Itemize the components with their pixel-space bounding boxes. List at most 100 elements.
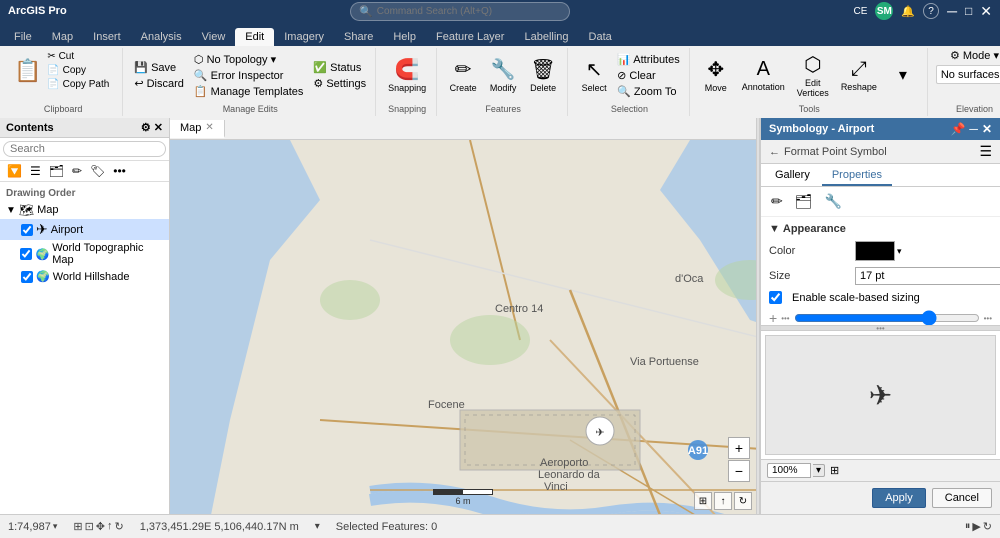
title-search[interactable]: 🔍 <box>350 2 570 21</box>
select-button[interactable]: ↖ Select <box>576 55 612 95</box>
sym-wrench-tool[interactable]: 🔧 <box>821 191 846 212</box>
scale-dropdown-icon[interactable]: ▾ <box>53 521 58 532</box>
manage-templates-button[interactable]: 📋 Manage Templates <box>191 84 307 99</box>
scale-add-icon[interactable]: + <box>769 310 777 325</box>
settings-button[interactable]: ⚙ Settings <box>310 76 369 91</box>
annotation-button[interactable]: A Annotation <box>738 56 789 94</box>
paste-button[interactable]: 📋 ✂ Cut 📄 Copy 📄 Copy Path <box>10 48 116 93</box>
preview-zoom-dropdown-btn[interactable]: ▾ <box>813 464 825 477</box>
zoom-scale-icon[interactable]: ⊡ <box>85 520 94 533</box>
tree-item-airport[interactable]: ✈ Airport <box>0 219 169 240</box>
clear-button[interactable]: ⊘ Clear <box>614 68 683 83</box>
save-button[interactable]: 💾 Save <box>131 60 187 75</box>
airport-checkbox[interactable] <box>21 224 33 236</box>
layers-icon[interactable]: 🗂 <box>46 163 67 179</box>
panel-close-icon[interactable]: ✕ <box>154 121 163 134</box>
ribbon-tab-view[interactable]: View <box>192 28 236 46</box>
create-button[interactable]: ✏ Create <box>445 55 481 95</box>
ribbon-tab-help[interactable]: Help <box>383 28 426 46</box>
scale-slider[interactable] <box>794 310 980 325</box>
apply-button[interactable]: Apply <box>872 488 926 508</box>
ribbon-tab-map[interactable]: Map <box>42 28 83 46</box>
help-icon[interactable]: ? <box>923 3 939 19</box>
play-edit-icon[interactable]: ▶ <box>972 520 980 533</box>
refresh-icon[interactable]: ↻ <box>983 520 992 533</box>
sym-minimize-icon[interactable]: ─ <box>969 122 978 136</box>
minimize-btn[interactable]: ─ <box>947 3 957 19</box>
delete-button[interactable]: 🗑 Delete <box>525 55 561 95</box>
attributes-button[interactable]: 📊 Attributes <box>614 52 683 67</box>
sym-pin-icon[interactable]: 📌 <box>950 122 965 136</box>
color-swatch-container[interactable]: ▾ <box>855 241 902 261</box>
list-icon[interactable]: ☰ <box>27 163 44 179</box>
tab-gallery[interactable]: Gallery <box>765 166 820 186</box>
zoom-out-btn[interactable]: − <box>728 460 750 482</box>
tree-item-topo[interactable]: 🌍 World Topographic Map <box>0 240 169 268</box>
modify-button[interactable]: 🔧 Modify <box>485 55 521 95</box>
preview-reset-icon[interactable]: ⊞ <box>830 464 839 477</box>
more-icon[interactable]: ••• <box>110 163 129 179</box>
discard-button[interactable]: ↩ Discard <box>131 76 187 91</box>
more-tools-button[interactable]: ▾ <box>885 63 921 87</box>
map-tab-close-icon[interactable]: ✕ <box>205 122 213 133</box>
cancel-button[interactable]: Cancel <box>932 488 992 508</box>
zoom-in-btn[interactable]: + <box>728 437 750 459</box>
hillshade-checkbox[interactable] <box>21 271 33 283</box>
preview-handle-icon[interactable]: ••• <box>876 324 884 333</box>
ribbon-tab-analysis[interactable]: Analysis <box>131 28 192 46</box>
topo-checkbox[interactable] <box>20 248 32 260</box>
pan-icon[interactable]: ✥ <box>96 520 105 533</box>
grid-view-icon[interactable]: ⊞ <box>73 520 82 533</box>
sym-layers-tool[interactable]: 🗂 <box>791 191 817 212</box>
breadcrumb-back-icon[interactable]: ← <box>769 146 780 158</box>
coordinate-system-icon[interactable]: ▾ <box>315 521 320 532</box>
mode-button[interactable]: ⚙ Mode ▾ <box>947 48 1000 63</box>
cut-button[interactable]: ✂ Cut <box>44 50 112 63</box>
sym-close-icon[interactable]: ✕ <box>982 122 992 136</box>
north-arrow-btn[interactable]: ↑ <box>714 492 732 510</box>
copy-button[interactable]: 📄 Copy <box>44 64 112 77</box>
north-icon[interactable]: ↑ <box>107 520 113 533</box>
appearance-section[interactable]: ▼ Appearance <box>769 223 992 235</box>
tree-item-hillshade[interactable]: 🌍 World Hillshade <box>0 268 169 285</box>
no-topology-button[interactable]: ⬡ No Topology ▾ <box>191 52 307 67</box>
restore-btn[interactable]: □ <box>965 4 972 18</box>
contents-search-input[interactable] <box>3 141 166 157</box>
edit-vertices-button[interactable]: ⬡ EditVertices <box>793 50 833 100</box>
ribbon-tab-file[interactable]: File <box>4 28 42 46</box>
panel-filter-icon[interactable]: ⚙ <box>141 121 151 134</box>
ribbon-tab-insert[interactable]: Insert <box>83 28 131 46</box>
rotate-icon[interactable]: ↻ <box>115 520 124 533</box>
tag-icon[interactable]: 🏷 <box>87 163 108 179</box>
pause-edit-icon[interactable]: ⏸ <box>965 520 971 533</box>
preview-zoom-input[interactable] <box>767 463 811 478</box>
ribbon-tab-labelling[interactable]: Labelling <box>514 28 578 46</box>
close-btn[interactable]: ✕ <box>980 3 992 20</box>
user-sm[interactable]: SM <box>875 2 893 20</box>
size-input[interactable] <box>855 267 1000 285</box>
ribbon-tab-share[interactable]: Share <box>334 28 383 46</box>
scale-sizing-checkbox[interactable] <box>769 291 782 304</box>
sym-menu-icon[interactable]: ☰ <box>979 143 992 160</box>
sym-pencil-tool[interactable]: ✏ <box>767 191 787 212</box>
command-search-input[interactable] <box>377 6 561 17</box>
color-swatch[interactable] <box>855 241 895 261</box>
no-surfaces-dropdown[interactable]: No surfaces ▾ <box>936 65 1000 84</box>
zoom-to-button[interactable]: 🔍 Zoom To <box>614 84 683 99</box>
copy-path-button[interactable]: 📄 Copy Path <box>44 78 112 91</box>
sync-btn[interactable]: ↻ <box>734 492 752 510</box>
filter-icon[interactable]: 🔽 <box>4 163 25 179</box>
map-canvas[interactable]: A91 SS296 ✈ d'Oca Centro 14 Via della Mu… <box>170 140 756 514</box>
ribbon-tab-data[interactable]: Data <box>579 28 622 46</box>
map-tab[interactable]: Map ✕ <box>170 120 225 138</box>
ribbon-tab-imagery[interactable]: Imagery <box>274 28 334 46</box>
ribbon-tab-edit[interactable]: Edit <box>235 28 274 46</box>
snapping-button[interactable]: 🧲 Snapping <box>384 55 430 95</box>
tree-item-map[interactable]: ▼ 🗺 Map <box>0 201 169 219</box>
color-dropdown-icon[interactable]: ▾ <box>897 246 902 257</box>
tab-properties[interactable]: Properties <box>822 166 892 186</box>
status-button[interactable]: ✅ Status <box>310 60 369 75</box>
move-button[interactable]: ✥ Move <box>698 55 734 95</box>
bell-icon[interactable]: 🔔 <box>901 5 915 18</box>
pencil-icon[interactable]: ✏ <box>69 163 85 179</box>
